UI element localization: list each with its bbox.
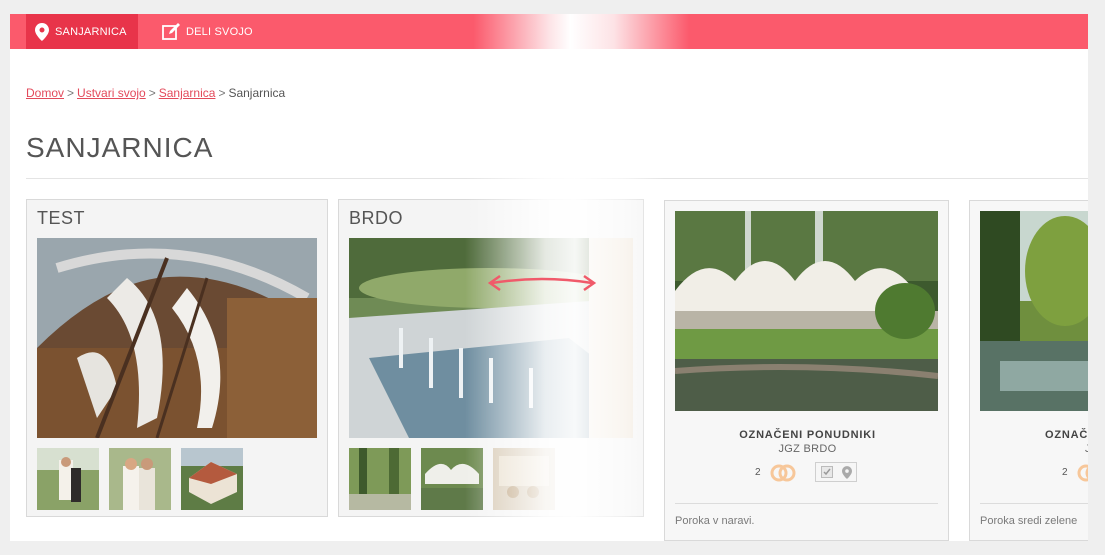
title-divider	[26, 178, 1088, 179]
board-thumbnail[interactable]	[421, 448, 483, 510]
location-pin-icon[interactable]	[841, 465, 852, 479]
horizontal-swipe-arrow-icon	[487, 274, 597, 292]
vendor-card-partial[interactable]: OZNAČE J 2 Poroka sredi zelene	[969, 200, 1088, 541]
edit-icon	[162, 22, 180, 40]
breadcrumb-link-domov[interactable]: Domov	[26, 86, 64, 100]
board-title: TEST	[37, 208, 86, 228]
check-icon[interactable]	[820, 466, 833, 478]
top-navigation-bar: SANJARNICA DELI SVOJO	[10, 14, 1088, 49]
breadcrumb-link-sanjarnica[interactable]: Sanjarnica	[159, 86, 216, 100]
nav-item-label: SANJARNICA	[55, 25, 127, 38]
board-thumbnail[interactable]	[493, 448, 555, 510]
vendor-section-label: OZNAČENI PONUDNIKI	[739, 429, 876, 441]
vendor-photo[interactable]	[675, 211, 938, 411]
breadcrumb-current: Sanjarnica	[228, 86, 286, 100]
vendor-description: Poroka v naravi.	[675, 515, 755, 527]
page-title: SANJARNICA	[26, 132, 214, 163]
nav-item-label: DELI SVOJO	[186, 25, 253, 38]
breadcrumb-separator: >	[67, 86, 75, 100]
board-main-photo[interactable]	[349, 238, 633, 438]
rings-icon[interactable]	[1076, 463, 1088, 483]
card-divider	[980, 503, 1088, 504]
board-thumbnail[interactable]	[349, 448, 411, 510]
vendor-name[interactable]: JGZ BRDO	[665, 443, 950, 455]
board-main-photo[interactable]	[37, 238, 317, 438]
board-thumbnail[interactable]	[109, 448, 171, 510]
rings-count: 2	[755, 467, 761, 478]
vendor-name[interactable]: J	[1085, 443, 1088, 455]
card-divider	[675, 503, 938, 504]
page-frame: SANJARNICA DELI SVOJO Domov > Ustvari svoj…	[10, 14, 1088, 541]
vendor-action-group	[815, 462, 857, 482]
board-card-brdo[interactable]: BRDO	[338, 199, 644, 517]
board-thumbnail[interactable]	[37, 448, 99, 510]
breadcrumb-separator: >	[148, 86, 156, 100]
board-thumbnail[interactable]	[181, 448, 243, 510]
vendor-description: Poroka sredi zelene	[980, 515, 1078, 527]
breadcrumb-link-ustvari-svojo[interactable]: Ustvari svojo	[77, 86, 146, 100]
board-card-test[interactable]: TEST	[26, 199, 328, 517]
rings-icon[interactable]	[769, 463, 797, 483]
nav-item-deli-svojo[interactable]: DELI SVOJO	[162, 14, 272, 49]
breadcrumb-separator: >	[218, 86, 226, 100]
board-title: BRDO	[349, 208, 404, 228]
vendor-section-label: OZNAČE	[1045, 429, 1088, 441]
breadcrumb: Domov > Ustvari svojo > Sanjarnica > Sanjarnic…	[26, 86, 285, 100]
vendor-card-jgz-brdo[interactable]: OZNAČENI PONUDNIKI JGZ BRDO 2 Poroka v n…	[664, 200, 949, 541]
vendor-photo[interactable]	[980, 211, 1088, 411]
rings-count: 2	[1062, 467, 1068, 478]
pin-icon	[35, 22, 49, 41]
nav-item-sanjarnica[interactable]: SANJARNICA	[26, 14, 138, 49]
